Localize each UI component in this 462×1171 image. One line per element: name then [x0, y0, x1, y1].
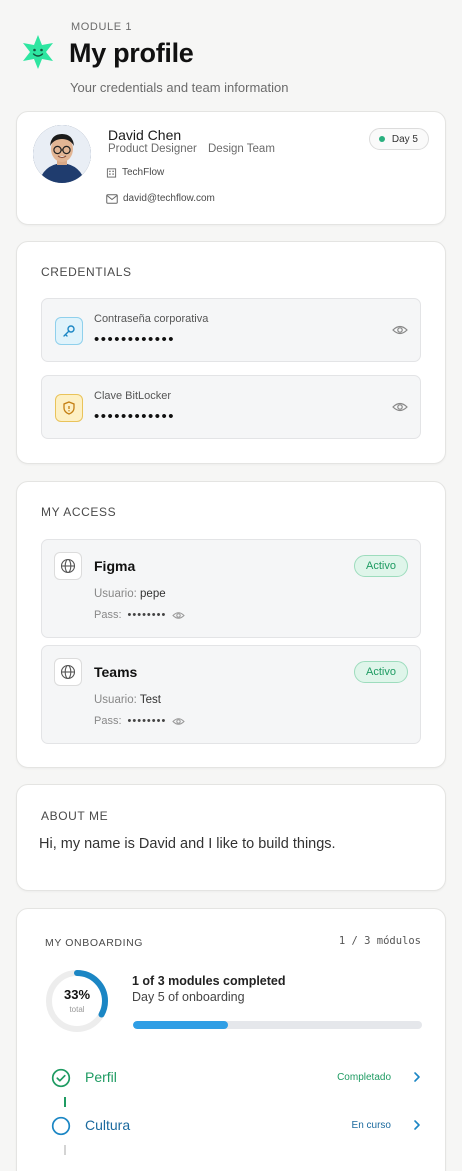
credential-item: Clave BitLocker ••••••••••••	[41, 375, 421, 439]
pass-value: ••••••••	[127, 609, 167, 621]
access-pass: Pass: ••••••••	[94, 715, 186, 727]
modules-count: 1 / 3 módulos	[338, 935, 421, 947]
about-card: ABOUT ME Hi, my name is David and I like…	[16, 784, 446, 891]
smiley-star-logo-icon	[23, 35, 53, 69]
onboarding-day: Day 5 of onboarding	[132, 990, 245, 1004]
status-badge: Activo	[354, 555, 408, 577]
about-text: Hi, my name is David and I like to build…	[39, 836, 336, 852]
credential-label: Contraseña corporativa	[94, 313, 209, 325]
progress-bar	[133, 1021, 422, 1029]
eye-icon[interactable]	[172, 610, 186, 621]
eye-icon[interactable]	[172, 716, 186, 727]
step-item-cultura[interactable]: Cultura En curso	[51, 1114, 423, 1138]
section-title-onboarding: MY ONBOARDING	[45, 937, 144, 949]
user-value: pepe	[140, 588, 166, 600]
page-subtitle: Your credentials and team information	[70, 80, 289, 95]
building-icon	[106, 168, 117, 178]
mail-icon	[106, 193, 118, 204]
onboarding-summary: 1 of 3 modules completed	[132, 974, 286, 988]
user-role: Product Designer	[108, 143, 197, 155]
section-title-access: MY ACCESS	[41, 505, 117, 519]
pass-label: Pass:	[94, 609, 122, 621]
eye-icon[interactable]	[392, 400, 408, 414]
access-user: Usuario: pepe	[94, 588, 166, 600]
credentials-card: CREDENTIALS Contraseña corporativa •••••…	[16, 241, 446, 464]
page-header: MODULE 1 My profile Your credentials and…	[0, 0, 462, 108]
email-row: david@techflow.com	[106, 193, 215, 204]
pass-value: ••••••••	[127, 715, 167, 727]
access-card: MY ACCESS Figma Activo Usuario: pepe Pas…	[16, 481, 446, 768]
user-name: David Chen	[108, 127, 182, 143]
step-status: En curso	[351, 1120, 391, 1131]
progress-percent: 33%	[63, 987, 91, 1002]
user-label: Usuario:	[94, 694, 137, 706]
step-item-perfil[interactable]: Perfil Completado	[51, 1066, 423, 1090]
user-label: Usuario:	[94, 588, 137, 600]
progress-sub: total	[69, 1005, 85, 1014]
company-name: TechFlow	[122, 167, 165, 178]
shield-icon	[55, 394, 83, 422]
check-circle-icon	[51, 1068, 71, 1088]
step-connector	[64, 1145, 66, 1155]
day-badge-label: Day 5	[391, 133, 418, 145]
globe-icon	[54, 552, 82, 580]
chevron-right-icon	[414, 1120, 420, 1130]
circle-icon	[51, 1116, 71, 1136]
chevron-right-icon	[414, 1072, 420, 1082]
step-label: Perfil	[85, 1069, 117, 1085]
credential-value: ••••••••••••	[94, 331, 176, 348]
email-address: david@techflow.com	[123, 193, 215, 204]
section-title-about: ABOUT ME	[41, 809, 109, 823]
credential-value: ••••••••••••	[94, 408, 176, 425]
status-badge: Activo	[354, 661, 408, 683]
access-item: Figma Activo Usuario: pepe Pass: •••••••…	[41, 539, 421, 638]
onboarding-card: MY ONBOARDING 1 / 3 módulos 33% total 1 …	[16, 908, 446, 1171]
app-name: Figma	[94, 558, 136, 574]
key-icon	[55, 317, 83, 345]
progress-bar-fill	[133, 1021, 229, 1029]
pass-label: Pass:	[94, 715, 122, 727]
step-connector	[64, 1097, 66, 1107]
access-item: Teams Activo Usuario: Test Pass: •••••••…	[41, 645, 421, 744]
company-row: TechFlow	[106, 167, 164, 178]
access-user: Usuario: Test	[94, 694, 161, 706]
user-team: Design Team	[208, 143, 275, 155]
eye-icon[interactable]	[392, 323, 408, 337]
credential-label: Clave BitLocker	[94, 390, 172, 402]
globe-icon	[54, 658, 82, 686]
profile-card: David Chen Product Designer Design Team …	[16, 111, 446, 225]
credential-item: Contraseña corporativa ••••••••••••	[41, 298, 421, 362]
status-dot-icon	[378, 136, 385, 142]
section-title-credentials: CREDENTIALS	[41, 265, 132, 279]
step-label: Cultura	[85, 1117, 131, 1133]
module-label: MODULE 1	[71, 21, 133, 33]
page-title: My profile	[69, 38, 194, 68]
access-pass: Pass: ••••••••	[94, 609, 186, 621]
step-status: Completado	[337, 1072, 391, 1083]
day-badge: Day 5	[368, 128, 429, 150]
avatar	[33, 125, 91, 183]
user-value: Test	[139, 694, 161, 706]
app-name: Teams	[94, 664, 138, 680]
